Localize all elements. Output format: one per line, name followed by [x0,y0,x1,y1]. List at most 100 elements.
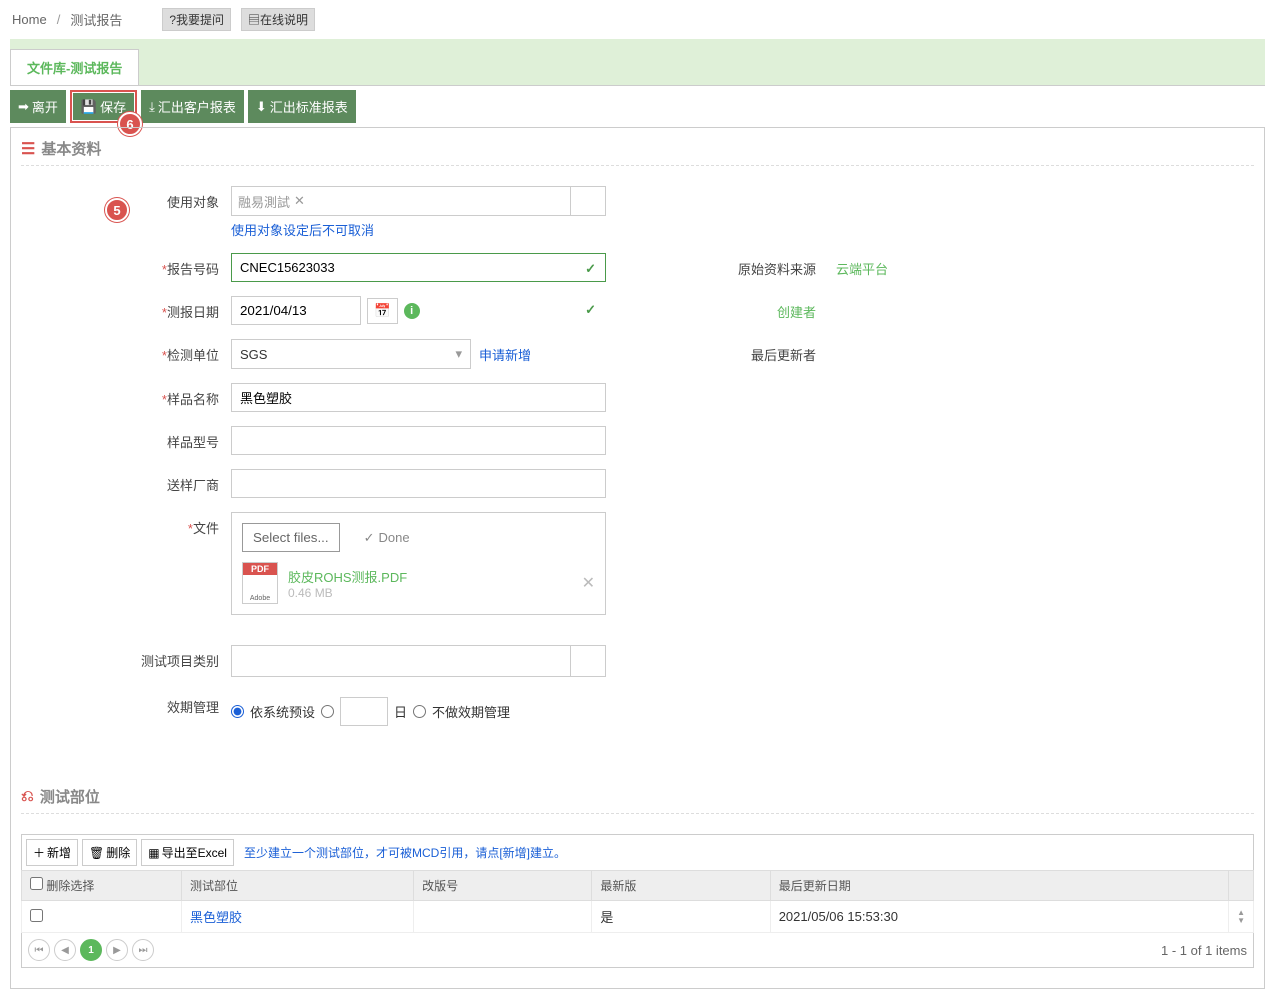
plus-icon: ＋ [33,844,45,861]
pager-page-1[interactable]: 1 [80,939,102,961]
uploaded-file-row: PDF Adobe 胶皮ROHS测报.PDF 0.46 MB ✕ [242,562,595,604]
info-icon[interactable]: i [404,303,420,319]
row-report-no: *报告号码 ✓ 原始资料来源 云端平台 [21,253,1254,282]
expiry-days-suffix: 日 [394,702,407,721]
calendar-button[interactable]: 📅 [367,298,398,324]
row-test-category: 测试项目类别 [21,645,1254,677]
use-target-input[interactable]: 融易測試 ✕ [231,186,571,216]
pager-prev[interactable]: ◀ [54,939,76,961]
expiry-opt3-label: 不做效期管理 [432,702,510,721]
export-customer-button[interactable]: ⤓ 汇出客户报表 [141,90,244,123]
export-standard-label: 汇出标准报表 [270,97,348,116]
label-test-category: 测试项目类别 [21,645,231,670]
table-row: 黑色塑胶 是 2021/05/06 15:53:30 ▲ ▼ [22,901,1254,933]
breadcrumb-home[interactable]: Home [12,12,47,27]
scroll-down-icon[interactable]: ▼ [1237,917,1245,925]
breadcrumb-sep: / [57,12,61,27]
download-icon: ⬇ [256,99,267,115]
section-basic-title: ☰ 基本资料 [21,138,1254,159]
list-icon: ☰ [21,139,35,159]
col-version[interactable]: 改版号 [414,871,592,901]
test-category-addon[interactable] [571,645,606,677]
leave-label: 离开 [32,97,58,116]
col-part[interactable]: 测试部位 [182,871,414,901]
label-report-date: *测报日期 [21,296,231,321]
section-divider [21,813,1254,814]
test-org-value: SGS [240,347,267,362]
label-expiry: 效期管理 [21,691,231,716]
form-panel: ☰ 基本资料 5 使用对象 融易測試 ✕ 使用对象设定后不可取消 *报告号码 ✓ [10,127,1265,989]
ask-button[interactable]: ?我要提问 [162,8,231,31]
row-expiry: 效期管理 依系统预设 日 不做效期管理 [21,691,1254,726]
section-basic-label: 基本资料 [41,138,101,159]
grid-add-button[interactable]: ＋新增 [26,839,78,866]
use-target-hint: 使用对象设定后不可取消 [231,220,606,239]
check-icon: ✓ [585,261,596,277]
tag-remove-icon[interactable]: ✕ [294,193,305,209]
grid-delete-button[interactable]: 🗑删除 [82,839,137,866]
export-standard-button[interactable]: ⬇ 汇出标准报表 [248,90,356,123]
grid-delete-label: 删除 [106,844,130,861]
value-source: 云端平台 [836,259,888,278]
file-size: 0.46 MB [288,586,572,600]
expiry-radio-default[interactable] [231,705,244,718]
expiry-days-input[interactable] [340,697,388,726]
supplier-input[interactable] [231,469,606,498]
check-icon: ✓ [364,530,375,546]
select-all-checkbox[interactable] [30,877,43,890]
select-files-button[interactable]: Select files... [242,523,340,552]
row-checkbox[interactable] [30,909,43,922]
file-upload-box: Select files... ✓ Done PDF Adobe 胶皮ROHS测… [231,512,606,615]
export-customer-label: 汇出客户报表 [158,97,236,116]
col-latest[interactable]: 最新版 [592,871,770,901]
use-target-tag: 融易測試 ✕ [238,192,305,211]
report-no-input[interactable] [231,253,606,282]
book-icon: ▤ [248,13,260,27]
cell-latest: 是 [592,901,770,933]
test-org-select[interactable]: SGS ▾ [231,339,471,369]
action-toolbar: ➡ 离开 💾 保存 ⤓ 汇出客户报表 ⬇ 汇出标准报表 6 [10,86,1265,127]
manual-label: 在线说明 [260,13,308,27]
label-sample-model: 样品型号 [21,426,231,451]
pager-last[interactable]: ⏭ [132,939,154,961]
pager-first[interactable]: ⏮ [28,939,50,961]
expiry-radio-days[interactable] [321,705,334,718]
pager-info: 1 - 1 of 1 items [1161,943,1247,958]
done-label: Done [378,530,409,545]
tree-icon: ⎌ [21,788,34,806]
arrow-right-icon: ➡ [18,99,29,115]
use-target-tag-label: 融易測試 [238,192,290,211]
row-use-target: 使用对象 融易測試 ✕ 使用对象设定后不可取消 [21,186,1254,239]
apply-add-link[interactable]: 申请新增 [479,345,531,364]
file-name[interactable]: 胶皮ROHS测报.PDF [288,567,572,586]
file-remove-button[interactable]: ✕ [582,573,595,593]
pager-next[interactable]: ▶ [106,939,128,961]
grid-toolbar: ＋新增 🗑删除 ▦导出至Excel 至少建立一个测试部位，才可被MCD引用，请点… [21,834,1254,870]
expiry-opt1-label: 依系统预设 [250,702,315,721]
grid-export-label: 导出至Excel [162,844,227,861]
test-category-input[interactable] [231,645,571,677]
report-date-input[interactable] [231,296,361,325]
excel-icon: ▦ [148,846,159,860]
grid-export-excel-button[interactable]: ▦导出至Excel [141,839,234,866]
label-creator: 创建者 [726,302,816,321]
row-test-org: *检测单位 SGS ▾ 申请新增 最后更新者 [21,339,1254,369]
check-icon: ✓ [585,302,596,318]
row-report-date: *测报日期 📅 i ✓ 创建者 [21,296,1254,325]
use-target-addon[interactable] [571,186,606,216]
leave-button[interactable]: ➡ 离开 [10,90,66,123]
col-delete-sel: 删除选择 [46,879,94,893]
part-link[interactable]: 黑色塑胶 [190,910,242,925]
cell-updated: 2021/05/06 15:53:30 [770,901,1228,933]
tab-file-library[interactable]: 文件库-测试报告 [10,49,139,85]
grid-hint: 至少建立一个测试部位，才可被MCD引用，请点[新增]建立。 [244,844,566,861]
expiry-radio-none[interactable] [413,705,426,718]
pdf-icon: PDF Adobe [242,562,278,604]
breadcrumb-page: 测试报告 [70,10,122,29]
manual-button[interactable]: ▤在线说明 [241,8,315,31]
sample-name-input[interactable] [231,383,606,412]
label-updater: 最后更新者 [726,345,816,364]
row-supplier: 送样厂商 [21,469,1254,498]
sample-model-input[interactable] [231,426,606,455]
col-updated[interactable]: 最后更新日期 [770,871,1228,901]
